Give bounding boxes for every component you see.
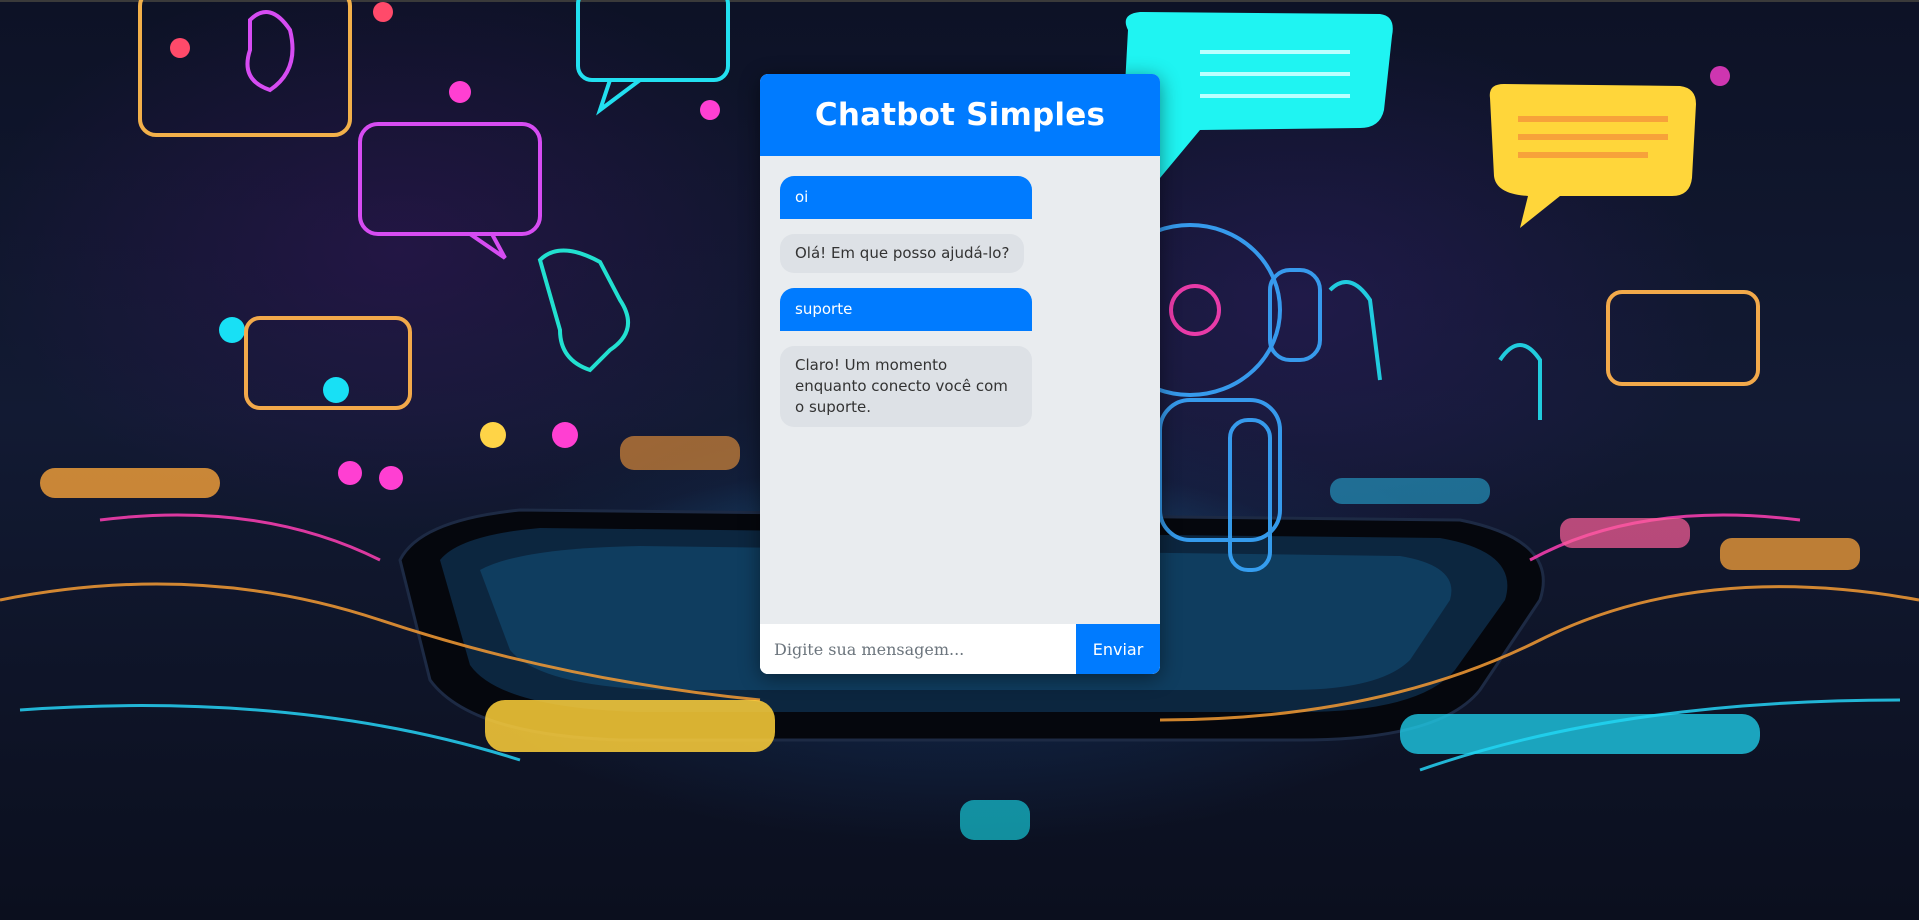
bot-message: Claro! Um momento enquanto conecto você …	[780, 346, 1032, 427]
bot-message: Olá! Em que posso ajudá-lo?	[780, 234, 1025, 273]
chat-header: Chatbot Simples	[760, 74, 1160, 156]
user-message: suporte	[780, 288, 1032, 331]
message-input[interactable]	[760, 624, 1076, 674]
chat-window: Chatbot Simples oi Olá! Em que posso aju…	[760, 74, 1160, 674]
user-message: oi	[780, 176, 1032, 219]
message-composer: Enviar	[760, 624, 1160, 674]
chat-title: Chatbot Simples	[814, 97, 1106, 133]
message-list[interactable]: oi Olá! Em que posso ajudá-lo? suporte C…	[760, 156, 1160, 624]
send-button[interactable]: Enviar	[1076, 624, 1160, 674]
